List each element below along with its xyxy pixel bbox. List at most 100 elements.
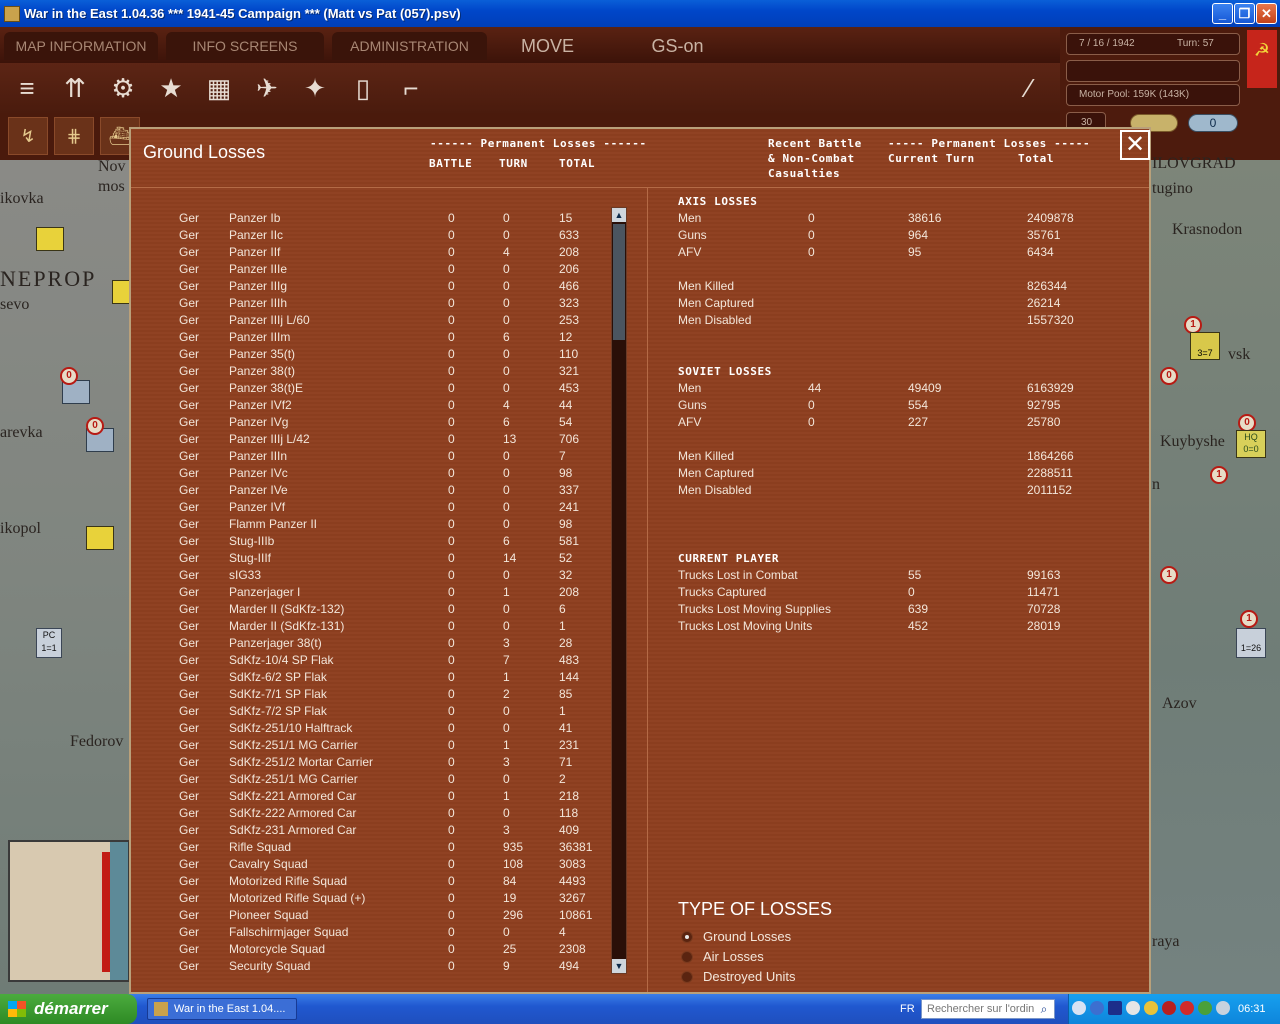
table-row[interactable]: Ger Marder II (SdKfz-131) 0 0 1 bbox=[175, 618, 605, 635]
table-row[interactable]: Ger SdKfz-222 Armored Car 0 0 118 bbox=[175, 805, 605, 822]
table-row[interactable]: Ger Panzer IIIg 0 0 466 bbox=[175, 278, 605, 295]
air-losses-label[interactable]: Air Losses bbox=[703, 949, 764, 964]
map-icon[interactable]: ▦ bbox=[200, 69, 238, 107]
table-row[interactable]: Ger SdKfz-231 Armored Car 0 3 409 bbox=[175, 822, 605, 839]
tray-back-icon[interactable] bbox=[1072, 1001, 1086, 1015]
tray-shield-icon[interactable] bbox=[1144, 1001, 1158, 1015]
table-row[interactable]: Ger SdKfz-221 Armored Car 0 1 218 bbox=[175, 788, 605, 805]
minimize-button[interactable]: _ bbox=[1212, 3, 1233, 24]
table-row[interactable]: Ger SdKfz-251/2 Mortar Carrier 0 3 71 bbox=[175, 754, 605, 771]
gear-icon[interactable]: ⚙ bbox=[104, 69, 142, 107]
fuel-icon[interactable]: ▯ bbox=[344, 69, 382, 107]
table-row[interactable]: Ger Motorized Rifle Squad (+) 0 19 3267 bbox=[175, 890, 605, 907]
table-row[interactable]: Ger Panzer IVf2 0 4 44 bbox=[175, 397, 605, 414]
pencil-icon[interactable]: ⁄ bbox=[1010, 69, 1048, 107]
stack-icon[interactable]: ≡ bbox=[8, 69, 46, 107]
table-row[interactable]: Ger Stug-IIIb 0 6 581 bbox=[175, 533, 605, 550]
rail-line-icon[interactable]: ⋕ bbox=[54, 117, 94, 155]
table-row[interactable]: Ger Panzer IVg 0 6 54 bbox=[175, 414, 605, 431]
table-row[interactable]: Ger Panzer IIIj L/42 0 13 706 bbox=[175, 431, 605, 448]
air-losses-radio[interactable] bbox=[681, 951, 693, 963]
counter-toggle[interactable]: 0 bbox=[1188, 114, 1238, 132]
hq-counter[interactable]: HQ 0=0 bbox=[1236, 430, 1266, 458]
unit-counter[interactable] bbox=[36, 227, 64, 251]
scroll-up-button[interactable]: ▲ bbox=[612, 208, 626, 222]
move-mode-button[interactable]: MOVE bbox=[495, 32, 600, 60]
table-row[interactable]: Ger Marder II (SdKfz-132) 0 0 6 bbox=[175, 601, 605, 618]
destroyed-units-label[interactable]: Destroyed Units bbox=[703, 969, 795, 984]
table-row[interactable]: Ger Panzerjager I 0 1 208 bbox=[175, 584, 605, 601]
header-turn[interactable]: TURN bbox=[499, 157, 528, 170]
table-row[interactable]: Ger Fallschirmjager Squad 0 0 4 bbox=[175, 924, 605, 941]
route-icon[interactable]: ↯ bbox=[8, 117, 48, 155]
table-row[interactable]: Ger Cavalry Squad 0 108 3083 bbox=[175, 856, 605, 873]
maximize-button[interactable]: ❐ bbox=[1234, 3, 1255, 24]
table-row[interactable]: Ger Rifle Squad 0 935 36381 bbox=[175, 839, 605, 856]
table-row[interactable]: Ger SdKfz-251/10 Halftrack 0 0 41 bbox=[175, 720, 605, 737]
table-row[interactable]: Ger Panzer 35(t) 0 0 110 bbox=[175, 346, 605, 363]
unit-counter[interactable]: PC 1=1 bbox=[36, 628, 62, 658]
table-row[interactable]: Ger Panzer IIc 0 0 633 bbox=[175, 227, 605, 244]
ground-losses-radio[interactable] bbox=[681, 931, 693, 943]
destroyed-units-radio[interactable] bbox=[681, 971, 693, 983]
header-battle[interactable]: BATTLE bbox=[429, 157, 472, 170]
header-total[interactable]: TOTAL bbox=[559, 157, 595, 170]
tray-search-icon[interactable] bbox=[1126, 1001, 1140, 1015]
table-row[interactable]: Ger Panzer IVf 0 0 241 bbox=[175, 499, 605, 516]
table-row[interactable]: Ger SdKfz-251/1 MG Carrier 0 1 231 bbox=[175, 737, 605, 754]
table-row[interactable]: Ger Panzerjager 38(t) 0 3 28 bbox=[175, 635, 605, 652]
table-row[interactable]: Ger SdKfz-251/1 MG Carrier 0 0 2 bbox=[175, 771, 605, 788]
taskbar-window-button[interactable]: War in the East 1.04.... bbox=[147, 998, 297, 1020]
star-icon[interactable]: ★ bbox=[152, 69, 190, 107]
table-row[interactable]: Ger Panzer IIIh 0 0 323 bbox=[175, 295, 605, 312]
scroll-thumb[interactable] bbox=[613, 224, 625, 340]
dialog-close-button[interactable]: ✕ bbox=[1120, 130, 1150, 160]
table-row[interactable]: Ger Panzer IIIe 0 0 206 bbox=[175, 261, 605, 278]
gs-toggle-button[interactable]: GS-on bbox=[625, 32, 730, 60]
unit-counter[interactable]: 1=26 bbox=[1236, 628, 1266, 658]
tray-antivirus-icon[interactable] bbox=[1180, 1001, 1194, 1015]
air-icon[interactable]: ✈ bbox=[248, 69, 286, 107]
unit-counter[interactable] bbox=[86, 526, 114, 550]
table-row[interactable]: Ger Panzer IIIn 0 0 7 bbox=[175, 448, 605, 465]
scroll-down-button[interactable]: ▼ bbox=[612, 959, 626, 973]
satellite-icon[interactable]: ✦ bbox=[296, 69, 334, 107]
table-row[interactable]: Ger Panzer Ib 0 0 15 bbox=[175, 210, 605, 227]
table-row[interactable]: Ger Panzer IIIm 0 6 12 bbox=[175, 329, 605, 346]
close-window-button[interactable]: ✕ bbox=[1256, 3, 1277, 24]
tray-monitor-icon[interactable] bbox=[1108, 1001, 1122, 1015]
window-title-bar[interactable]: War in the East 1.04.36 *** 1941-45 Camp… bbox=[0, 0, 1280, 27]
tab-info-screens[interactable]: INFO SCREENS bbox=[166, 32, 324, 60]
table-row[interactable]: Ger Panzer IIf 0 4 208 bbox=[175, 244, 605, 261]
ground-losses-label[interactable]: Ground Losses bbox=[703, 929, 791, 944]
table-row[interactable]: Ger SdKfz-10/4 SP Flak 0 7 483 bbox=[175, 652, 605, 669]
start-button[interactable]: démarrer bbox=[0, 994, 137, 1024]
table-row[interactable]: Ger Panzer IIIj L/60 0 0 253 bbox=[175, 312, 605, 329]
table-row[interactable]: Ger SdKfz-6/2 SP Flak 0 1 144 bbox=[175, 669, 605, 686]
table-row[interactable]: Ger SdKfz-7/1 SP Flak 0 2 85 bbox=[175, 686, 605, 703]
rail-icon[interactable]: ⌐ bbox=[392, 69, 430, 107]
table-row[interactable]: Ger Panzer IVe 0 0 337 bbox=[175, 482, 605, 499]
tab-map-information[interactable]: MAP INFORMATION bbox=[4, 32, 158, 60]
table-row[interactable]: Ger sIG33 0 0 32 bbox=[175, 567, 605, 584]
tab-administration[interactable]: ADMINISTRATION bbox=[332, 32, 487, 60]
unit-counter[interactable]: 3=7 bbox=[1190, 332, 1220, 360]
table-row[interactable]: Ger Panzer IVc 0 0 98 bbox=[175, 465, 605, 482]
table-row[interactable]: Ger Stug-IIIf 0 14 52 bbox=[175, 550, 605, 567]
tray-network-icon[interactable] bbox=[1090, 1001, 1104, 1015]
table-row[interactable]: Ger Motorized Rifle Squad 0 84 4493 bbox=[175, 873, 605, 890]
table-row[interactable]: Ger Flamm Panzer II 0 0 98 bbox=[175, 516, 605, 533]
table-row[interactable]: Ger Panzer 38(t) 0 0 321 bbox=[175, 363, 605, 380]
language-indicator[interactable]: FR bbox=[900, 1003, 915, 1015]
table-row[interactable]: Ger SdKfz-7/2 SP Flak 0 0 1 bbox=[175, 703, 605, 720]
search-icon[interactable]: ⌕ bbox=[1036, 1001, 1052, 1017]
tray-alert-icon[interactable] bbox=[1162, 1001, 1176, 1015]
table-row[interactable]: Ger Pioneer Squad 0 296 10861 bbox=[175, 907, 605, 924]
table-row[interactable]: Ger Panzer 38(t)E 0 0 453 bbox=[175, 380, 605, 397]
app-icon[interactable] bbox=[4, 6, 20, 22]
desktop-search-input[interactable]: Rechercher sur l'ordin bbox=[921, 999, 1055, 1019]
tray-globe-icon[interactable] bbox=[1198, 1001, 1212, 1015]
units-icon[interactable]: ⇈ bbox=[56, 69, 94, 107]
table-row[interactable]: Ger Motorcycle Squad 0 25 2308 bbox=[175, 941, 605, 958]
tray-volume-icon[interactable] bbox=[1216, 1001, 1230, 1015]
